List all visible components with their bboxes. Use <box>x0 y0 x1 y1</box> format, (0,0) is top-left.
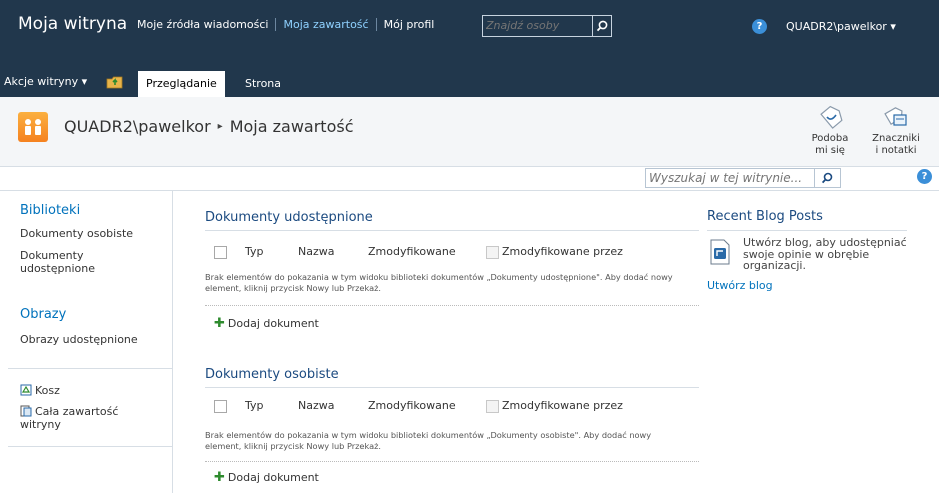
search-icon <box>596 20 608 32</box>
people-search-input[interactable] <box>486 18 588 32</box>
people-icon <box>18 112 48 142</box>
column-type[interactable]: Typ <box>245 399 264 412</box>
recent-blog-posts-title: Recent Blog Posts <box>707 209 907 231</box>
plus-icon: ✚ <box>214 470 225 485</box>
blog-description: Utwórz blog, aby udostępniać swoje opini… <box>743 236 907 272</box>
divider <box>205 461 699 462</box>
nav-item-personal-documents[interactable]: Dokumenty osobiste <box>20 227 133 240</box>
tags-notes-icon <box>884 107 907 126</box>
nav-item-recycle-bin[interactable]: Kosz <box>20 384 60 397</box>
tab-browse[interactable]: Przeglądanie <box>138 71 225 97</box>
people-search-button[interactable] <box>592 16 611 36</box>
search-row <box>0 166 939 191</box>
column-modified[interactable]: Zmodyfikowane <box>368 245 456 258</box>
site-actions-menu[interactable]: Akcje witryny ▾ <box>4 75 87 88</box>
site-title[interactable]: Moja witryna <box>18 14 127 34</box>
all-site-content-label: Cała zawartość witryny <box>20 405 119 431</box>
people-search <box>482 15 612 37</box>
blog-icon <box>709 239 731 269</box>
i-like-it-label-1: Podoba <box>811 133 849 144</box>
select-all-checkbox[interactable] <box>214 400 227 413</box>
user-menu[interactable]: QUADR2\pawelkor ▾ <box>786 20 896 33</box>
column-modified-by[interactable]: Zmodyfikowane przez <box>502 245 623 258</box>
nav-heading-libraries[interactable]: Biblioteki <box>20 203 80 218</box>
help-icon[interactable]: ? <box>917 169 932 184</box>
personal-documents-title[interactable]: Dokumenty osobiste <box>205 367 699 388</box>
title-area: QUADR2\pawelkor ▸ Moja zawartość Podoba … <box>0 97 939 167</box>
nav-divider <box>8 368 172 369</box>
help-icon[interactable]: ? <box>752 19 767 34</box>
left-navigation: Biblioteki Dokumenty osobiste Dokumenty … <box>8 190 173 493</box>
i-like-it-label-2: mi się <box>815 145 845 156</box>
ribbon-tabs-row: Akcje witryny ▾ Przeglądanie Strona <box>0 67 939 97</box>
column-name[interactable]: Nazwa <box>298 245 334 258</box>
modified-by-checkbox <box>486 246 499 259</box>
search-icon <box>821 172 833 184</box>
shared-documents-empty-message: Brak elementów do pokazania w tym widoku… <box>205 272 673 293</box>
shared-documents-title[interactable]: Dokumenty udostępnione <box>205 210 699 231</box>
tab-page[interactable]: Strona <box>237 71 289 97</box>
add-document-link[interactable]: ✚ Dodaj dokument <box>214 470 319 485</box>
tags-notes-label-1: Znaczniki <box>872 133 920 144</box>
top-nav: Moje źródła wiadomości Moja zawartość Mó… <box>137 18 441 31</box>
tags-and-notes-button[interactable]: Znaczniki i notatki <box>872 101 920 157</box>
navigate-up-icon[interactable] <box>106 74 124 94</box>
site-content-icon <box>20 405 32 417</box>
column-name[interactable]: Nazwa <box>298 399 334 412</box>
breadcrumb-current: Moja zawartość <box>229 117 354 136</box>
nav-item-shared-pictures[interactable]: Obrazy udostępnione <box>20 333 138 346</box>
divider <box>205 305 699 306</box>
recycle-bin-label: Kosz <box>35 384 60 397</box>
modified-by-checkbox <box>486 400 499 413</box>
nav-my-profile[interactable]: Mój profil <box>377 18 442 31</box>
left-nav-bottom-border <box>8 446 173 447</box>
breadcrumb: QUADR2\pawelkor ▸ Moja zawartość <box>64 117 353 136</box>
add-document-link[interactable]: ✚ Dodaj dokument <box>214 316 319 331</box>
nav-item-shared-documents[interactable]: Dokumenty udostępnione <box>20 249 130 275</box>
site-search-input[interactable] <box>649 170 809 185</box>
i-like-it-button[interactable]: Podoba mi się <box>806 101 854 157</box>
breadcrumb-separator: ▸ <box>217 121 223 132</box>
nav-heading-pictures[interactable]: Obrazy <box>20 307 66 322</box>
add-document-label: Dodaj dokument <box>227 317 319 330</box>
column-modified-by[interactable]: Zmodyfikowane przez <box>502 399 623 412</box>
nav-item-all-site-content[interactable]: Cała zawartość witryny <box>20 405 140 431</box>
personal-documents-empty-message: Brak elementów do pokazania w tym widoku… <box>205 430 652 451</box>
select-all-checkbox[interactable] <box>214 246 227 259</box>
tag-icon <box>820 105 843 129</box>
nav-my-content[interactable]: Moja zawartość <box>276 18 377 31</box>
column-type[interactable]: Typ <box>245 245 264 258</box>
add-document-label: Dodaj dokument <box>227 471 319 484</box>
recycle-bin-icon <box>20 384 32 396</box>
site-search <box>645 168 841 188</box>
nav-my-newsfeed[interactable]: Moje źródła wiadomości <box>137 18 277 31</box>
plus-icon: ✚ <box>214 316 225 331</box>
site-search-button[interactable] <box>814 169 840 187</box>
tags-notes-label-2: i notatki <box>875 145 917 156</box>
breadcrumb-root[interactable]: QUADR2\pawelkor <box>64 117 211 136</box>
create-blog-link[interactable]: Utwórz blog <box>707 279 773 292</box>
top-bar: Moja witryna Moje źródła wiadomości Moja… <box>0 0 939 97</box>
column-modified[interactable]: Zmodyfikowane <box>368 399 456 412</box>
